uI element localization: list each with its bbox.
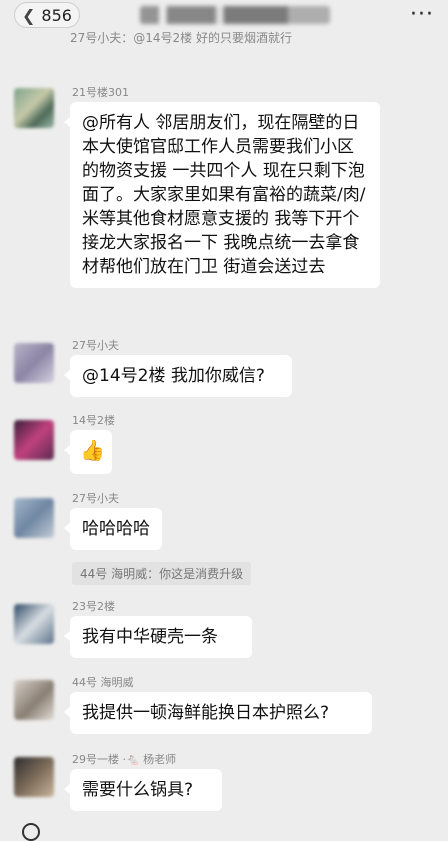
- message-bubble[interactable]: 👍: [64, 430, 112, 474]
- quoted-message: 27号小夫：@14号2楼 好的只要烟酒就行: [70, 31, 292, 45]
- sender-name: 27号小夫: [72, 492, 119, 505]
- avatar[interactable]: [14, 343, 54, 383]
- voice-icon[interactable]: [22, 823, 40, 841]
- message-bubble[interactable]: 需要什么锅具?: [64, 769, 222, 811]
- chat-title-redacted: [140, 6, 330, 24]
- avatar[interactable]: [14, 88, 54, 128]
- thumbs-up-icon: 👍: [80, 438, 105, 462]
- sender-name: 29号一楼 ·🐁 杨老师: [72, 753, 177, 766]
- sender-name: 14号2楼: [72, 414, 115, 427]
- sender-name: 27号小夫: [72, 339, 119, 352]
- input-bar: [0, 820, 448, 841]
- chevron-left-icon: ❮: [22, 5, 36, 25]
- chat-header: ❮ 856 ···: [0, 0, 448, 30]
- message-bubble[interactable]: @所有人 邻居朋友们，现在隔壁的日本大使馆官邸工作人员需要我们小区的物资支援 一…: [64, 102, 380, 288]
- sender-name: 21号楼301: [72, 86, 129, 99]
- avatar[interactable]: [14, 498, 54, 538]
- avatar[interactable]: [14, 680, 54, 720]
- system-message: 44号 海明威：你这是消费升级: [72, 562, 252, 585]
- unread-count: 856: [41, 5, 72, 25]
- message-bubble[interactable]: 哈哈哈哈: [64, 508, 162, 550]
- avatar[interactable]: [14, 604, 54, 644]
- avatar[interactable]: [14, 757, 54, 797]
- message-bubble[interactable]: 我有中华硬壳一条: [64, 616, 252, 658]
- message-bubble[interactable]: @14号2楼 我加你威信?: [64, 355, 292, 397]
- avatar[interactable]: [14, 420, 54, 460]
- ellipsis-icon[interactable]: ···: [410, 2, 434, 27]
- sender-name: 44号 海明威: [72, 676, 134, 689]
- message-bubble[interactable]: 我提供一顿海鲜能换日本护照么?: [64, 692, 372, 734]
- sender-name: 23号2楼: [72, 600, 115, 613]
- back-button[interactable]: ❮ 856: [14, 2, 80, 28]
